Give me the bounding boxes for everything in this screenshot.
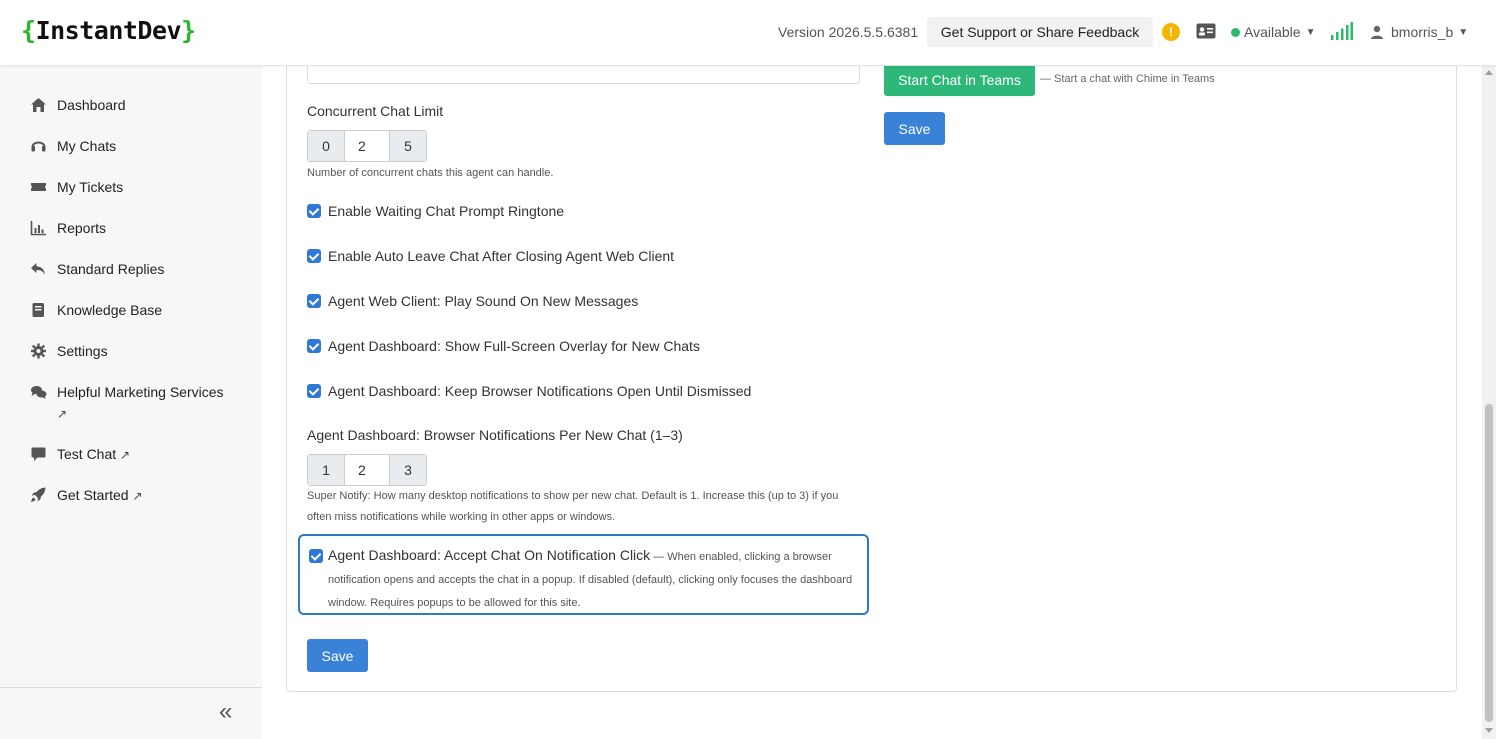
concurrent-chat-limit-label: Concurrent Chat Limit bbox=[307, 103, 444, 119]
scroll-up-arrow-icon[interactable] bbox=[1485, 70, 1493, 75]
external-link-icon: ↗ bbox=[120, 448, 131, 462]
concurrent-chat-limit-stepper: 0 2 5 bbox=[307, 130, 427, 162]
scrollbar-thumb[interactable] bbox=[1485, 404, 1493, 722]
notifications-per-chat-input[interactable]: 2 bbox=[344, 455, 390, 485]
app-header: {InstantDev} Version 2026.5.5.6381 Get S… bbox=[0, 0, 1496, 66]
teams-help-text: — Start a chat with Chime in Teams bbox=[1040, 73, 1215, 85]
checkbox[interactable] bbox=[307, 249, 321, 263]
username-label: bmorris_b bbox=[1391, 24, 1454, 40]
stepper-max[interactable]: 5 bbox=[390, 131, 426, 161]
sidebar-item-get-started[interactable]: Get Started ↗ bbox=[30, 487, 143, 507]
sidebar-item-reports[interactable]: Reports bbox=[30, 220, 106, 239]
user-menu[interactable]: bmorris_b ▼ bbox=[1370, 24, 1468, 40]
teams-save-button[interactable]: Save bbox=[884, 112, 945, 145]
sidebar-divider bbox=[0, 687, 262, 688]
checkbox-label: Agent Dashboard: Keep Browser Notificati… bbox=[328, 383, 752, 399]
status-label: Available bbox=[1244, 24, 1301, 40]
sidebar-item-test-chat[interactable]: Test Chat ↗ bbox=[30, 446, 130, 466]
ticket-icon bbox=[31, 183, 46, 191]
sidebar-item-helpful-marketing-services[interactable]: Helpful Marketing Services ↗ bbox=[30, 384, 230, 425]
status-dot bbox=[1231, 27, 1240, 37]
sidebar-item-my-tickets[interactable]: My Tickets bbox=[30, 179, 123, 198]
checkbox-keep-notifications-open[interactable]: Agent Dashboard: Keep Browser Notificati… bbox=[307, 383, 751, 399]
id-card-icon[interactable] bbox=[1196, 23, 1216, 39]
sidebar-item-standard-replies[interactable]: Standard Replies bbox=[30, 261, 164, 280]
sidebar-item-knowledge-base[interactable]: Knowledge Base bbox=[30, 302, 162, 321]
accept-chat-on-click-setting: Agent Dashboard: Accept Chat On Notifica… bbox=[298, 534, 869, 615]
gear-icon bbox=[31, 343, 46, 359]
accept-chat-checkbox[interactable] bbox=[309, 549, 323, 563]
concurrent-chat-limit-help: Number of concurrent chats this agent ca… bbox=[307, 167, 554, 179]
notifications-per-chat-label: Agent Dashboard: Browser Notifications P… bbox=[307, 427, 683, 443]
page-scrollbar[interactable] bbox=[1482, 66, 1496, 739]
sidebar-item-my-chats[interactable]: My Chats bbox=[30, 138, 116, 157]
checkbox-full-screen-overlay[interactable]: Agent Dashboard: Show Full-Screen Overla… bbox=[307, 338, 700, 354]
app-logo[interactable]: {InstantDev} bbox=[21, 16, 196, 45]
version-label: Version 2026.5.5.6381 bbox=[778, 24, 919, 40]
sidebar-item-label: Test Chat bbox=[57, 446, 117, 462]
support-feedback-button[interactable]: Get Support or Share Feedback bbox=[927, 17, 1153, 47]
stepper-max[interactable]: 3 bbox=[390, 455, 426, 485]
stepper-min[interactable]: 1 bbox=[308, 455, 344, 485]
checkbox-waiting-chat-ringtone[interactable]: Enable Waiting Chat Prompt Ringtone bbox=[307, 203, 564, 219]
stepper-min[interactable]: 0 bbox=[308, 131, 344, 161]
user-icon bbox=[1371, 25, 1383, 39]
checkbox-label: Enable Waiting Chat Prompt Ringtone bbox=[328, 203, 565, 219]
alert-icon[interactable]: ! bbox=[1162, 23, 1180, 41]
checkbox-label: Enable Auto Leave Chat After Closing Age… bbox=[328, 248, 675, 264]
book-icon bbox=[32, 303, 44, 317]
sidebar: Dashboard My Chats My Tickets Reports St… bbox=[0, 66, 262, 739]
start-chat-in-teams-button[interactable]: Start Chat in Teams bbox=[884, 63, 1035, 96]
accept-chat-label: Agent Dashboard: Accept Chat On Notifica… bbox=[328, 547, 651, 563]
notifications-per-chat-stepper: 1 2 3 bbox=[307, 454, 427, 486]
chevron-down-icon: ▼ bbox=[1458, 26, 1469, 38]
concurrent-chat-limit-input[interactable]: 2 bbox=[344, 131, 390, 161]
checkbox[interactable] bbox=[307, 294, 321, 308]
rocket-icon bbox=[31, 487, 46, 502]
sidebar-item-dashboard[interactable]: Dashboard bbox=[30, 97, 126, 116]
sidebar-item-label: Get Started bbox=[57, 487, 129, 503]
notifications-per-chat-help: Super Notify: How many desktop notificat… bbox=[307, 490, 839, 523]
availability-dropdown[interactable]: Available ▼ bbox=[1231, 24, 1315, 40]
external-link-icon: ↗ bbox=[132, 489, 143, 503]
collapse-sidebar-icon[interactable]: « bbox=[219, 700, 239, 724]
checkbox-label: Agent Web Client: Play Sound On New Mess… bbox=[328, 293, 639, 309]
scroll-down-arrow-icon[interactable] bbox=[1485, 728, 1493, 733]
checkbox-label: Agent Dashboard: Show Full-Screen Overla… bbox=[328, 338, 700, 354]
chart-icon bbox=[30, 221, 46, 236]
checkbox[interactable] bbox=[307, 339, 321, 353]
sidebar-item-settings[interactable]: Settings bbox=[30, 343, 108, 362]
checkbox[interactable] bbox=[307, 384, 321, 398]
reply-icon bbox=[31, 263, 45, 275]
main-content: Concurrent Chat Limit 0 2 5 Number of co… bbox=[262, 56, 1482, 739]
checkbox-play-sound-new-messages[interactable]: Agent Web Client: Play Sound On New Mess… bbox=[307, 293, 638, 309]
headset-icon bbox=[31, 141, 46, 152]
chevron-down-icon: ▼ bbox=[1305, 26, 1316, 38]
external-link-icon: ↗ bbox=[57, 407, 68, 421]
home-icon bbox=[31, 98, 46, 112]
checkbox[interactable] bbox=[307, 204, 321, 218]
sidebar-item-label: Helpful Marketing Services bbox=[57, 384, 224, 400]
signal-strength-icon bbox=[1331, 22, 1353, 40]
save-button[interactable]: Save bbox=[307, 639, 368, 672]
comments-icon bbox=[31, 386, 47, 399]
comment-icon bbox=[31, 447, 46, 461]
checkbox-auto-leave-chat[interactable]: Enable Auto Leave Chat After Closing Age… bbox=[307, 248, 674, 264]
